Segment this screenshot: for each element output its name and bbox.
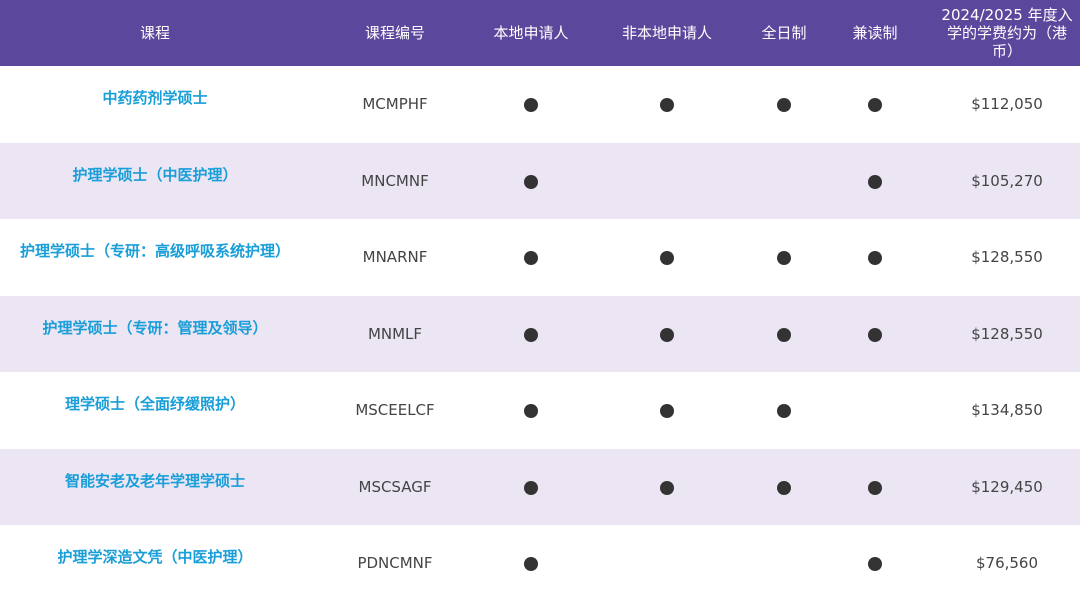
tuition-fee: $134,850: [971, 401, 1043, 420]
available-dot-icon: [777, 480, 791, 495]
nonlocal-cell: [582, 143, 752, 220]
course-code: MNCMNF: [361, 171, 429, 190]
header-local: 本地申请人: [493, 24, 569, 42]
available-dot-icon: [868, 327, 882, 342]
fulltime-cell: [752, 219, 816, 296]
header-nonlocal: 非本地申请人: [621, 24, 712, 42]
course-name: 护理学深造文凭（中医护理）: [57, 548, 253, 567]
course-code: MSCSAGF: [358, 477, 432, 496]
tuition-fee: $105,270: [971, 171, 1043, 190]
course-code: MNARNF: [362, 248, 428, 267]
course-name: 理学硕士（全面纾缓照护）: [64, 395, 245, 414]
course-code: MCMPHF: [362, 95, 428, 114]
available-dot-icon: [777, 404, 791, 419]
header-fee: 2024/2025 年度入学的学费约为（港币）: [941, 6, 1073, 60]
header-code: 课程编号: [364, 24, 425, 42]
header-row: 课程 课程编号 本地申请人 非本地申请人 全日制 兼读制 2024/2025 年…: [0, 0, 1080, 66]
table-row: 护理学深造文凭（中医护理） PDNCMNF $76,560: [0, 525, 1080, 602]
tuition-fee: $112,050: [971, 95, 1043, 114]
available-dot-icon: [777, 251, 791, 266]
available-dot-icon: [777, 327, 791, 342]
course-name: 护理学硕士（专研：管理及领导）: [42, 318, 268, 337]
nonlocal-cell: [582, 66, 752, 143]
parttime-cell: [816, 449, 934, 526]
available-dot-icon: [868, 480, 882, 495]
available-dot-icon: [660, 404, 674, 419]
available-dot-icon: [868, 98, 882, 113]
parttime-cell: [816, 372, 934, 449]
header-parttime: 兼读制: [852, 24, 898, 42]
table-row: 护理学硕士（专研：高级呼吸系统护理） MNARNF $128,550: [0, 219, 1080, 296]
tuition-table: 课程 课程编号 本地申请人 非本地申请人 全日制 兼读制 2024/2025 年…: [0, 0, 1080, 602]
local-cell: [480, 296, 582, 373]
available-dot-icon: [524, 480, 538, 495]
header-fulltime: 全日制: [761, 24, 807, 42]
available-dot-icon: [524, 557, 538, 572]
available-dot-icon: [660, 327, 674, 342]
available-dot-icon: [660, 251, 674, 266]
fulltime-cell: [752, 372, 816, 449]
available-dot-icon: [660, 98, 674, 113]
nonlocal-cell: [582, 372, 752, 449]
course-name: 智能安老及老年学理学硕士: [64, 471, 245, 490]
table-row: 护理学硕士（专研：管理及领导） MNMLF $128,550: [0, 295, 1080, 373]
tuition-fee: $129,450: [971, 477, 1043, 496]
available-dot-icon: [524, 327, 538, 342]
available-dot-icon: [524, 404, 538, 419]
course-code: PDNCMNF: [357, 554, 433, 573]
nonlocal-cell: [582, 296, 752, 373]
fulltime-cell: [752, 525, 816, 602]
local-cell: [480, 449, 582, 526]
available-dot-icon: [868, 251, 882, 266]
local-cell: [480, 372, 582, 449]
available-dot-icon: [660, 480, 674, 495]
local-cell: [480, 143, 582, 220]
tuition-fee: $76,560: [975, 554, 1039, 573]
local-cell: [480, 66, 582, 143]
table-row: 理学硕士（全面纾缓照护） MSCEELCF $134,850: [0, 372, 1080, 449]
local-cell: [480, 219, 582, 296]
nonlocal-cell: [582, 525, 752, 602]
parttime-cell: [816, 66, 934, 143]
fulltime-cell: [752, 143, 816, 220]
available-dot-icon: [524, 251, 538, 266]
course-name: 中药药剂学硕士: [102, 89, 208, 108]
fulltime-cell: [752, 449, 816, 526]
available-dot-icon: [868, 557, 882, 572]
course-code: MSCEELCF: [355, 401, 435, 420]
nonlocal-cell: [582, 449, 752, 526]
course-code: MNMLF: [367, 324, 423, 343]
course-name: 护理学硕士（专研：高级呼吸系统护理）: [19, 242, 290, 261]
table-row: 智能安老及老年学理学硕士 MSCSAGF $129,450: [0, 448, 1080, 526]
tuition-fee: $128,550: [971, 324, 1043, 343]
parttime-cell: [816, 296, 934, 373]
nonlocal-cell: [582, 219, 752, 296]
fulltime-cell: [752, 66, 816, 143]
parttime-cell: [816, 143, 934, 220]
parttime-cell: [816, 219, 934, 296]
available-dot-icon: [524, 174, 538, 189]
fulltime-cell: [752, 296, 816, 373]
table-row: 护理学硕士（中医护理） MNCMNF $105,270: [0, 142, 1080, 220]
header-course: 课程: [139, 24, 170, 42]
available-dot-icon: [868, 174, 882, 189]
course-name: 护理学硕士（中医护理）: [72, 165, 238, 184]
parttime-cell: [816, 525, 934, 602]
available-dot-icon: [524, 98, 538, 113]
tuition-fee: $128,550: [971, 248, 1043, 267]
available-dot-icon: [777, 98, 791, 113]
local-cell: [480, 525, 582, 602]
table-row: 中药药剂学硕士 MCMPHF $112,050: [0, 66, 1080, 143]
